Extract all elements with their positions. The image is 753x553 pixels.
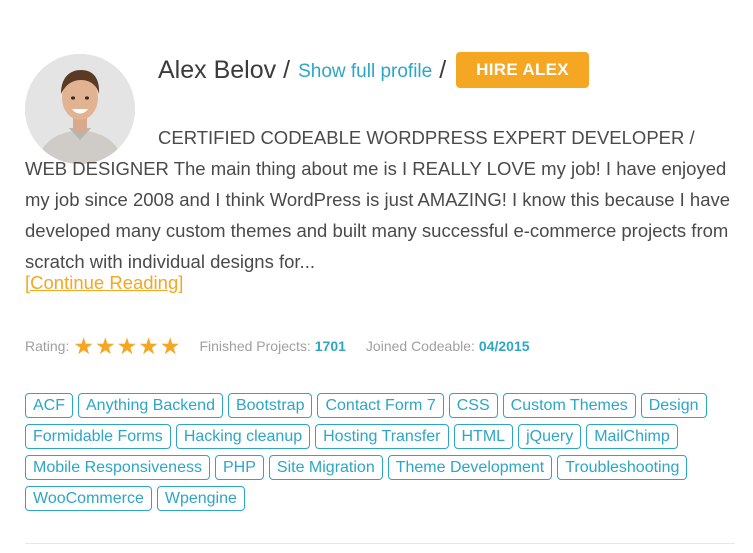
skill-tag[interactable]: ACF <box>25 393 73 418</box>
skill-tag[interactable]: jQuery <box>518 424 582 449</box>
star-icon: ★ <box>94 333 116 359</box>
hire-button[interactable]: HIRE ALEX <box>456 52 589 88</box>
skill-tag[interactable]: Custom Themes <box>502 393 636 418</box>
skill-tag[interactable]: Design <box>640 393 707 418</box>
star-icon: ★ <box>138 333 159 359</box>
joined-label: Joined Codeable: <box>365 338 475 354</box>
profile-stats: Rating: ★ ★ ★ ★ ★ Finished Projects: 1701 Jo… <box>25 334 550 358</box>
profile-bio: CERTIFIED CODEABLE WORDPRESS EXPERT DEVE… <box>25 127 731 272</box>
continue-reading-link[interactable]: [Continue Reading] <box>25 272 183 294</box>
skill-tag[interactable]: Troubleshooting <box>557 455 688 480</box>
star-icon: ★ <box>159 333 181 359</box>
rating-stars: ★ ★ ★ ★ ★ <box>73 334 181 358</box>
skill-tag[interactable]: Hacking cleanup <box>175 424 311 449</box>
rating-label: Rating: <box>25 338 70 354</box>
skill-tags: ACF Anything Backend Bootstrap Contact Form… <box>25 393 735 511</box>
separator: / <box>283 55 291 84</box>
skill-tag[interactable]: CSS <box>448 393 498 418</box>
skill-tag[interactable]: Site Migration <box>268 455 383 480</box>
profile-header: Alex Belov / Show full profile / HIRE AL… <box>158 52 589 88</box>
skill-tag[interactable]: Contact Form 7 <box>317 393 444 418</box>
divider <box>25 543 735 544</box>
skill-tag[interactable]: PHP <box>214 455 264 480</box>
projects-value: 1701 <box>314 338 346 354</box>
skill-tag[interactable]: HTML <box>453 424 514 449</box>
skill-tag[interactable]: Formidable Forms <box>25 424 171 449</box>
skill-tag[interactable]: Theme Development <box>387 455 553 480</box>
separator: / <box>439 55 447 84</box>
joined-value: 04/2015 <box>478 338 530 354</box>
skill-tag[interactable]: Bootstrap <box>227 393 313 418</box>
skill-tag[interactable]: Mobile Responsiveness <box>25 455 210 480</box>
skill-tag[interactable]: MailChimp <box>586 424 678 449</box>
show-full-profile-link[interactable]: Show full profile <box>298 61 432 83</box>
star-icon: ★ <box>116 333 138 359</box>
projects-label: Finished Projects: <box>199 338 311 354</box>
skill-tag[interactable]: Anything Backend <box>78 393 223 418</box>
skill-tag[interactable]: Hosting Transfer <box>315 424 449 449</box>
skill-tag[interactable]: Wpengine <box>156 486 245 511</box>
profile-name: Alex Belov <box>158 55 277 84</box>
star-icon: ★ <box>73 333 94 359</box>
skill-tag[interactable]: WooCommerce <box>25 486 152 511</box>
